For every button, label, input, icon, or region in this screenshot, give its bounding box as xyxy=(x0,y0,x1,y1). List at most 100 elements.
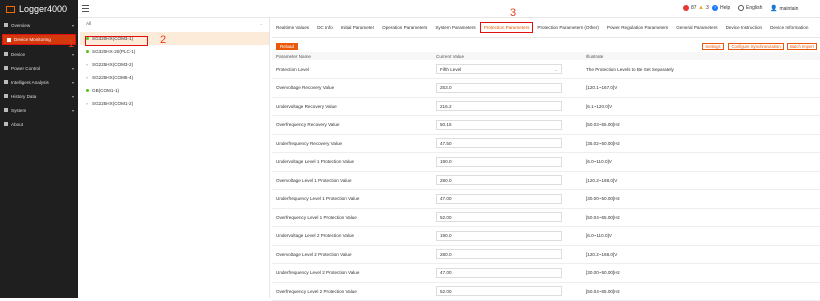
tab-realtime-values[interactable]: Realtime Values xyxy=(272,25,313,30)
user-menu[interactable]: 👤 maintain xyxy=(770,5,798,13)
selected-device-highlight xyxy=(85,36,148,46)
tab-device-information[interactable]: Device Information xyxy=(766,25,812,30)
alerts-yellow[interactable]: ▲ 3 xyxy=(698,5,709,11)
chevron-down-icon: ▾ xyxy=(71,79,74,85)
value-input[interactable]: 47.00 xyxy=(436,193,562,204)
parameter-range: [6.1~120.0]V xyxy=(582,97,820,116)
value-cell: 47.50 xyxy=(432,134,582,153)
value-input[interactable]: 280.0 xyxy=(436,175,562,186)
value-text: 190.0 xyxy=(440,159,452,165)
chevron-down-icon: ⌄ xyxy=(259,21,263,26)
value-cell: 190.0 xyxy=(432,152,582,172)
table-row: Overvoltage Level 2 Protection Value 280.… xyxy=(272,245,820,264)
value-text: 216.2 xyxy=(440,103,452,109)
main-content: Realtime Values DC Info Initial Paramete… xyxy=(272,18,820,301)
sidebar-item-system[interactable]: System ▾ xyxy=(0,103,78,117)
tab-general-parameters[interactable]: General Parameters xyxy=(672,25,721,30)
settings-button[interactable]: Settings xyxy=(702,43,724,50)
list-item[interactable]: » SG225HX(COM3-2) xyxy=(80,58,269,71)
table-row: Undervoltage Recovery Value 216.2 [6.1~120… xyxy=(272,97,820,116)
sidebar-item-overview[interactable]: Overview ▾ xyxy=(0,18,78,32)
tab-system-parameters[interactable]: System Parameters xyxy=(431,25,479,30)
device-list: All ⌄ SG320HX(COM3-1) SG320HX-20(PLC-1) … xyxy=(80,18,270,298)
value-text: 52.00 xyxy=(440,214,452,220)
help-link[interactable]: ? Help xyxy=(712,5,730,11)
reload-button[interactable]: Reload xyxy=(276,43,298,50)
value-text: 50.15 xyxy=(440,122,452,128)
sidebar-item-device-monitoring[interactable]: Device Monitoring xyxy=(2,34,76,45)
annotation-1: 1 xyxy=(68,38,75,50)
user-icon: 👤 xyxy=(770,6,778,12)
help-label: Help xyxy=(720,5,731,11)
tab-device-instruction[interactable]: Device Instruction xyxy=(722,25,767,30)
parameter-range: [30.00~50.00]Hz xyxy=(582,189,820,209)
value-input[interactable]: 190.0 xyxy=(436,156,562,167)
parameter-name: Protection Level xyxy=(272,60,432,79)
value-input[interactable]: 253.0 xyxy=(436,82,562,93)
value-input[interactable]: 47.50 xyxy=(436,138,562,149)
value-text: 280.0 xyxy=(440,251,452,257)
list-item[interactable]: SG320HX-20(PLC-1) xyxy=(80,45,269,58)
table-row: Overfrequency Level 1 Protection Value 52… xyxy=(272,208,820,227)
tab-dc-info[interactable]: DC Info xyxy=(313,25,337,30)
chevron-down-icon: ⌄ xyxy=(554,66,558,72)
language-selector[interactable]: English xyxy=(738,5,762,11)
tab-operation-parameters[interactable]: Operation Parameters xyxy=(378,25,431,30)
language-label: English xyxy=(746,5,763,11)
value-text: 47.00 xyxy=(440,270,452,276)
list-item[interactable]: » SG225HX(COM5-4) xyxy=(80,71,269,84)
device-label: SG320HX-20(PLC-1) xyxy=(92,49,136,54)
clock-icon xyxy=(4,94,8,98)
sidebar-item-device[interactable]: Device ▾ xyxy=(0,47,78,61)
chevron-down-icon: ▾ xyxy=(71,22,74,28)
alert-icon xyxy=(683,5,689,11)
tab-power-regulation-parameters[interactable]: Power Regulation Parameters xyxy=(603,25,672,30)
menu-toggle-icon[interactable] xyxy=(82,5,89,12)
top-bar: Logger4000 87 ▲ 3 ? Help English 👤 maint… xyxy=(0,0,820,18)
table-row: Overfrequency Recovery Value 50.15 [50.03~… xyxy=(272,115,820,135)
col-current-value: Current Value xyxy=(432,52,582,60)
parameter-range: [50.04~55.00]Hz xyxy=(582,208,820,227)
value-input[interactable]: 50.15 xyxy=(436,119,562,130)
table-row: Underfrequency Level 2 Protection Value 4… xyxy=(272,263,820,283)
sidebar-item-intelligent-analysis[interactable]: Intelligent Analysis ▾ xyxy=(0,75,78,89)
sidebar-item-history-data[interactable]: History Data ▾ xyxy=(0,89,78,103)
value-input[interactable]: 47.00 xyxy=(436,267,562,278)
tab-protection-parameters[interactable]: Protection Parameters xyxy=(479,22,534,33)
configure-sync-button[interactable]: Configure Synchronization xyxy=(728,43,784,50)
tab-bar: Realtime Values DC Info Initial Paramete… xyxy=(272,18,820,38)
info-icon xyxy=(4,122,8,126)
value-input[interactable]: Fifth Level ⌄ xyxy=(436,64,562,74)
value-input[interactable]: 52.00 xyxy=(436,286,562,297)
value-text: 253.0 xyxy=(440,85,452,91)
sidebar-item-power-control[interactable]: Power Control ▾ xyxy=(0,61,78,75)
offline-status-icon: » xyxy=(86,62,89,67)
value-input[interactable]: 216.2 xyxy=(436,101,562,112)
globe-icon xyxy=(738,5,744,11)
chevron-down-icon: ▾ xyxy=(71,107,74,113)
table-row: Undervoltage Level 1 Protection Value 190… xyxy=(272,152,820,172)
value-text: Fifth Level xyxy=(440,66,462,72)
tab-initial-parameter[interactable]: Initial Parameter xyxy=(337,25,378,30)
value-input[interactable]: 280.0 xyxy=(436,249,562,260)
tab-protection-parameters-other[interactable]: Protection Parameters (Other) xyxy=(533,25,603,30)
value-input[interactable]: 190.0 xyxy=(436,230,562,241)
parameter-name: Overfrequency Recovery Value xyxy=(272,115,432,135)
sidebar-item-label: About xyxy=(11,121,24,127)
list-item[interactable]: » SG225HX(COM1-2) xyxy=(80,97,269,110)
value-input[interactable]: 52.00 xyxy=(436,212,562,223)
parameter-name: Underfrequency Recovery Value xyxy=(272,134,432,153)
sidebar-item-about[interactable]: About xyxy=(0,117,78,131)
device-label: GB(COM1-1) xyxy=(92,88,120,93)
value-cell: Fifth Level ⌄ xyxy=(432,60,582,79)
device-filter-select[interactable]: All ⌄ xyxy=(84,21,265,29)
list-item[interactable]: GB(COM1-1) xyxy=(80,84,269,97)
alerts-red[interactable]: 87 xyxy=(683,5,697,11)
value-cell: 47.00 xyxy=(432,263,582,283)
alerts-yellow-count: 3 xyxy=(705,5,709,11)
value-text: 280.0 xyxy=(440,177,452,183)
batch-import-button[interactable]: Batch Import xyxy=(787,43,817,50)
sidebar: Overview ▾ Device Monitoring Device ▾ Po… xyxy=(0,18,78,298)
value-text: 190.0 xyxy=(440,233,452,239)
value-cell: 280.0 xyxy=(432,171,582,190)
